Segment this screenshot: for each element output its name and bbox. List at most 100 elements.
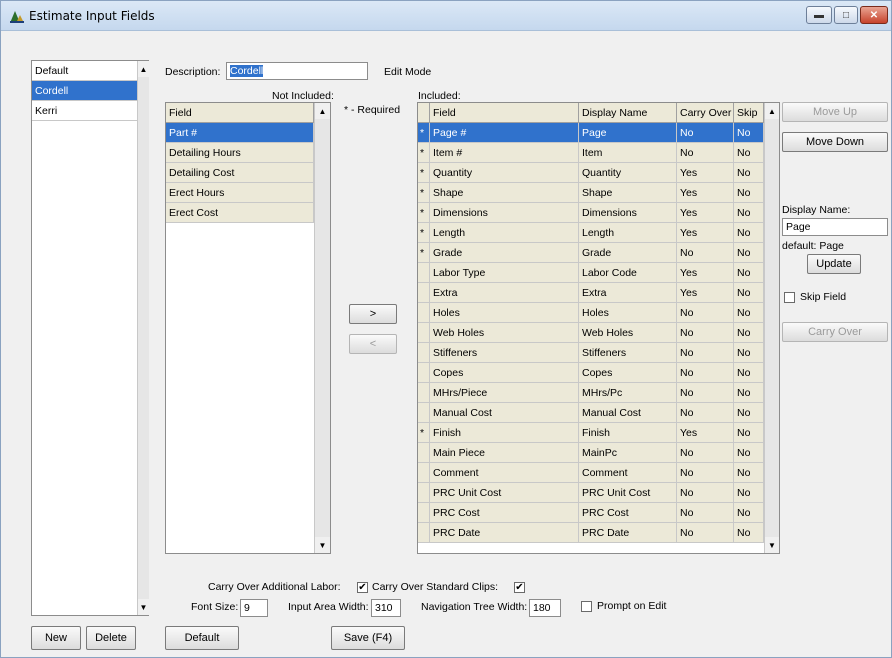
included-row[interactable]: * Finish Finish Yes No: [418, 423, 764, 443]
carry-over-cell: No: [677, 483, 734, 503]
close-button[interactable]: ✕: [860, 6, 888, 24]
skip-cell: No: [734, 403, 764, 423]
skip-cell: No: [734, 123, 764, 143]
not-included-item[interactable]: Detailing Hours: [166, 143, 314, 163]
included-row[interactable]: Copes Copes No No: [418, 363, 764, 383]
included-row[interactable]: Stiffeners Stiffeners No No: [418, 343, 764, 363]
template-item[interactable]: Cordell: [32, 81, 137, 101]
move-down-button[interactable]: Move Down: [782, 132, 888, 152]
field-cell: PRC Date: [430, 523, 579, 543]
carry-over-cell: No: [677, 383, 734, 403]
field-cell: Copes: [430, 363, 579, 383]
default-button[interactable]: Default: [165, 626, 239, 650]
display-name-cell: PRC Cost: [579, 503, 677, 523]
included-row[interactable]: Holes Holes No No: [418, 303, 764, 323]
carry-over-cell: No: [677, 463, 734, 483]
scroll-up-icon[interactable]: ▲: [315, 103, 330, 119]
input-area-width-label: Input Area Width:: [288, 601, 369, 613]
included-row[interactable]: * Grade Grade No No: [418, 243, 764, 263]
carry-over-labor-checkbox[interactable]: ✔: [357, 582, 368, 593]
scroll-down-icon[interactable]: ▼: [315, 537, 330, 553]
included-row[interactable]: * Page # Page No No: [418, 123, 764, 143]
move-up-button[interactable]: Move Up: [782, 102, 888, 122]
included-row[interactable]: Manual Cost Manual Cost No No: [418, 403, 764, 423]
not-included-header-field: Field: [166, 103, 314, 123]
included-row[interactable]: PRC Unit Cost PRC Unit Cost No No: [418, 483, 764, 503]
included-grid[interactable]: Field Display Name Carry Over Skip * Page…: [417, 102, 780, 554]
input-area-width-input[interactable]: 310: [371, 599, 401, 617]
maximize-button[interactable]: □: [834, 6, 858, 24]
display-name-cell: Labor Code: [579, 263, 677, 283]
navigation-tree-width-label: Navigation Tree Width:: [421, 601, 528, 613]
included-header-marker: [418, 103, 430, 123]
template-list[interactable]: Default Cordell Kerri ▲ ▼: [31, 60, 149, 616]
field-cell: Extra: [430, 283, 579, 303]
included-row[interactable]: MHrs/Piece MHrs/Pc No No: [418, 383, 764, 403]
skip-cell: No: [734, 163, 764, 183]
update-button[interactable]: Update: [807, 254, 861, 274]
description-value: Cordell: [230, 65, 264, 77]
include-field-button[interactable]: >: [349, 304, 397, 324]
included-row[interactable]: Labor Type Labor Code Yes No: [418, 263, 764, 283]
scroll-down-icon[interactable]: ▼: [138, 599, 149, 615]
included-header-skip: Skip: [734, 103, 764, 123]
skip-field-checkbox[interactable]: [784, 292, 795, 303]
scroll-up-icon[interactable]: ▲: [765, 103, 779, 119]
included-row[interactable]: * Length Length Yes No: [418, 223, 764, 243]
scroll-up-icon[interactable]: ▲: [138, 61, 149, 77]
included-row[interactable]: PRC Date PRC Date No No: [418, 523, 764, 543]
minimize-button[interactable]: ▬: [806, 6, 832, 24]
template-item[interactable]: Kerri: [32, 101, 137, 121]
field-cell: Manual Cost: [430, 403, 579, 423]
included-row[interactable]: Web Holes Web Holes No No: [418, 323, 764, 343]
required-marker: [418, 503, 430, 523]
required-marker: *: [418, 423, 430, 443]
included-row[interactable]: * Quantity Quantity Yes No: [418, 163, 764, 183]
not-included-item[interactable]: Detailing Cost: [166, 163, 314, 183]
skip-cell: No: [734, 343, 764, 363]
included-row[interactable]: * Dimensions Dimensions Yes No: [418, 203, 764, 223]
carry-over-button[interactable]: Carry Over: [782, 322, 888, 342]
required-marker: [418, 403, 430, 423]
included-scrollbar[interactable]: ▲ ▼: [764, 103, 779, 553]
not-included-list[interactable]: Field Part # Detailing Hours Detailing Cos…: [165, 102, 331, 554]
new-button[interactable]: New: [31, 626, 81, 650]
required-marker: *: [418, 223, 430, 243]
template-list-scrollbar[interactable]: ▲ ▼: [137, 61, 149, 615]
included-row[interactable]: * Shape Shape Yes No: [418, 183, 764, 203]
skip-cell: No: [734, 323, 764, 343]
delete-button[interactable]: Delete: [86, 626, 136, 650]
display-name-input[interactable]: Page: [782, 218, 888, 236]
field-cell: Finish: [430, 423, 579, 443]
not-included-item[interactable]: Part #: [166, 123, 314, 143]
display-name-cell: MainPc: [579, 443, 677, 463]
carry-over-cell: No: [677, 243, 734, 263]
included-row[interactable]: PRC Cost PRC Cost No No: [418, 503, 764, 523]
carry-over-labor-label: Carry Over Additional Labor:: [208, 581, 341, 593]
scroll-down-icon[interactable]: ▼: [765, 537, 779, 553]
template-item[interactable]: Default: [32, 61, 137, 81]
required-marker: [418, 303, 430, 323]
required-marker: [418, 483, 430, 503]
carry-over-clips-checkbox[interactable]: ✔: [514, 582, 525, 593]
not-included-scrollbar[interactable]: ▲ ▼: [314, 103, 330, 553]
prompt-on-edit-checkbox[interactable]: [581, 601, 592, 612]
navigation-tree-width-input[interactable]: 180: [529, 599, 561, 617]
included-header-field: Field: [430, 103, 579, 123]
included-row[interactable]: Main Piece MainPc No No: [418, 443, 764, 463]
font-size-input[interactable]: 9: [240, 599, 268, 617]
included-row[interactable]: Comment Comment No No: [418, 463, 764, 483]
field-cell: Length: [430, 223, 579, 243]
skip-cell: No: [734, 143, 764, 163]
skip-cell: No: [734, 263, 764, 283]
save-button[interactable]: Save (F4): [331, 626, 405, 650]
included-row[interactable]: Extra Extra Yes No: [418, 283, 764, 303]
included-row[interactable]: * Item # Item No No: [418, 143, 764, 163]
exclude-field-button[interactable]: <: [349, 334, 397, 354]
field-cell: PRC Cost: [430, 503, 579, 523]
not-included-item[interactable]: Erect Cost: [166, 203, 314, 223]
not-included-item[interactable]: Erect Hours: [166, 183, 314, 203]
carry-over-cell: No: [677, 143, 734, 163]
description-input[interactable]: Cordell: [226, 62, 368, 80]
display-name-cell: Grade: [579, 243, 677, 263]
